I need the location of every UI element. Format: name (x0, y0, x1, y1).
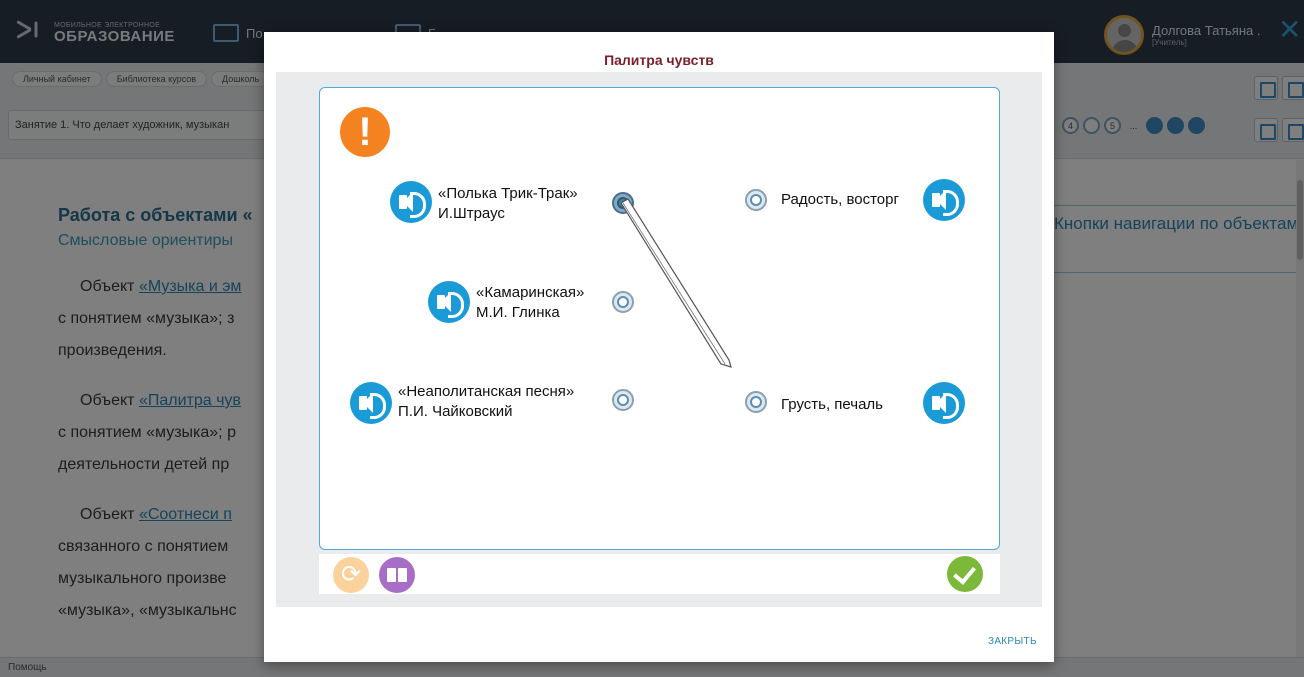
modal-title: Палитра чувств (604, 52, 714, 68)
check-icon[interactable] (947, 556, 983, 592)
right-connector-2[interactable] (745, 391, 767, 413)
left-item-author: И.Штраус (438, 205, 505, 222)
left-item-title: «Неаполитанская песня» (398, 383, 575, 400)
right-item-label: Радость, восторг (781, 191, 899, 208)
speaker-icon[interactable] (428, 281, 470, 323)
left-item-3: «Неаполитанская песня» П.И. Чайковский (398, 382, 574, 422)
speaker-icon[interactable] (350, 382, 392, 424)
speaker-icon[interactable] (923, 382, 965, 424)
right-item-label: Грусть, печаль (781, 396, 883, 413)
left-item-2: «Камаринская» М.И. Глинка (476, 283, 584, 323)
left-item-author: М.И. Глинка (476, 304, 560, 321)
left-connector-1[interactable] (612, 192, 634, 214)
exercise-footer (319, 554, 1000, 594)
speaker-icon[interactable] (390, 181, 432, 223)
left-item-title: «Полька Трик-Трак» (438, 185, 578, 202)
speaker-icon[interactable] (923, 179, 965, 221)
left-connector-3[interactable] (612, 389, 634, 411)
close-button[interactable]: ЗАКРЫТЬ (988, 636, 1037, 647)
right-connector-1[interactable] (745, 189, 767, 211)
exclamation-icon: ! (340, 107, 390, 157)
left-item-title: «Камаринская» (476, 284, 585, 301)
left-item-author: П.И. Чайковский (398, 403, 513, 420)
connection-arrow (620, 198, 732, 368)
reset-icon[interactable] (333, 557, 369, 593)
matching-exercise: ! «Полька Трик-Трак» И.Штраус «Камаринск… (319, 87, 1000, 550)
left-item-1: «Полька Трик-Трак» И.Штраус (438, 184, 578, 224)
left-connector-2[interactable] (612, 291, 634, 313)
modal-dialog: Палитра чувств ! «Полька Трик-Трак» И.Шт… (264, 32, 1054, 662)
book-icon[interactable] (379, 557, 415, 593)
